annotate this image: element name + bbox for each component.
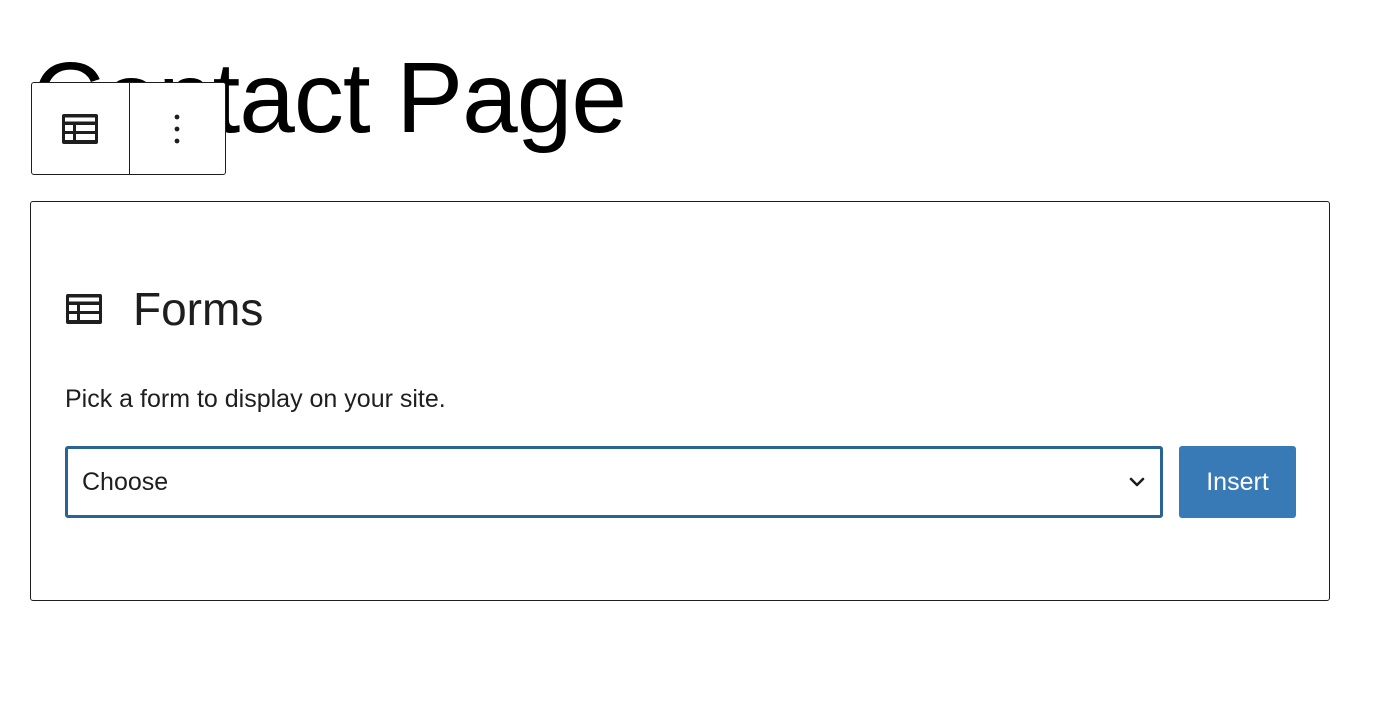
form-block-icon xyxy=(66,294,102,324)
insert-button[interactable]: Insert xyxy=(1179,446,1296,518)
form-select-value: Choose xyxy=(82,467,169,496)
block-type-button[interactable] xyxy=(32,83,129,174)
vertical-ellipsis-icon xyxy=(173,113,181,145)
block-header: Forms xyxy=(66,282,263,336)
block-instructions: Pick a form to display on your site. xyxy=(65,385,446,413)
forms-block-placeholder[interactable]: Forms Pick a form to display on your sit… xyxy=(30,201,1330,601)
editor-canvas: Contact Page Forms Pick a form to displa… xyxy=(0,0,1378,708)
block-toolbar xyxy=(31,82,226,175)
chevron-down-icon xyxy=(1128,476,1146,488)
form-select[interactable]: Choose xyxy=(65,446,1163,518)
block-options-button[interactable] xyxy=(128,83,226,174)
form-block-icon xyxy=(62,113,99,144)
block-title: Forms xyxy=(133,283,264,335)
